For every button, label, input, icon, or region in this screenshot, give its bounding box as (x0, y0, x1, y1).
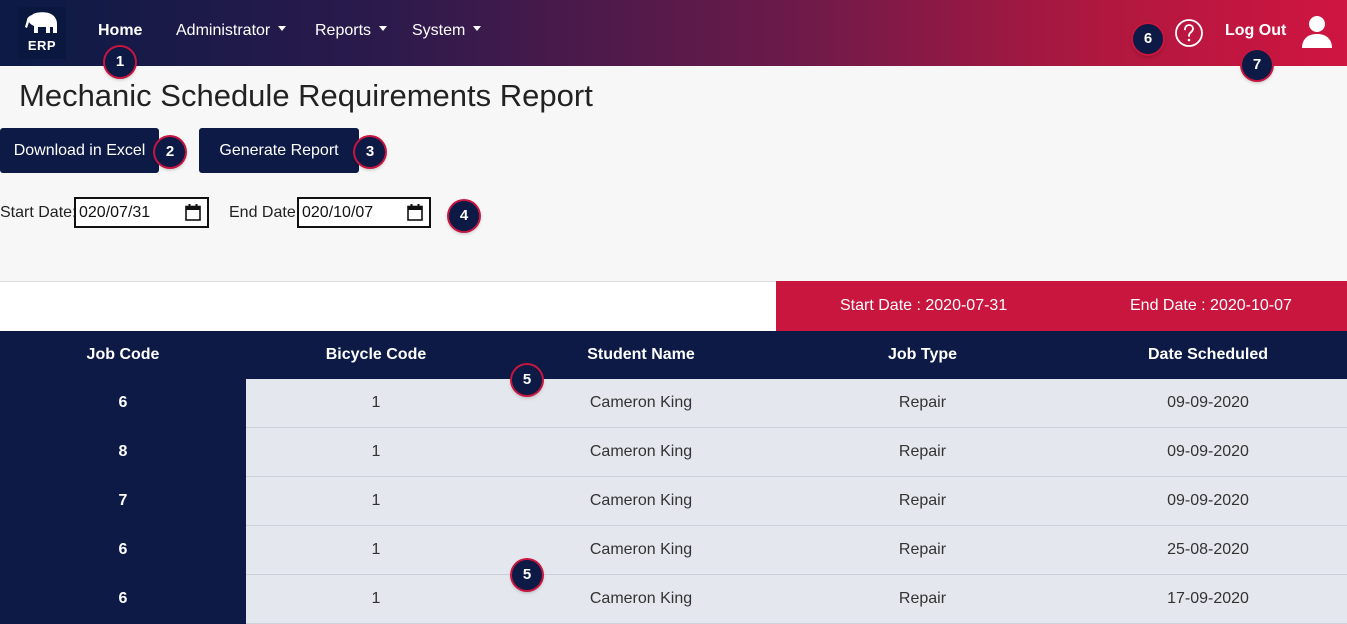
cell-job-type: Repair (776, 379, 1069, 428)
cell-job-code: 6 (0, 525, 246, 575)
cell-date-scheduled: 17-09-2020 (1069, 574, 1347, 624)
start-date-input[interactable]: 020/07/31 (74, 197, 209, 228)
header-bicycle-code: Bicycle Code (246, 331, 506, 379)
header-job-code: Job Code (0, 331, 246, 379)
table-row: 6 1 Cameron King Repair 25-08-2020 (0, 525, 1347, 575)
nav-reports[interactable]: Reports (315, 22, 388, 40)
logo-text: ERP (27, 38, 57, 53)
step-badge-5: 5 (512, 365, 542, 395)
calendar-icon[interactable] (407, 204, 423, 221)
nav-administrator-label: Administrator (176, 22, 271, 39)
start-date-label: Start Date: (0, 204, 77, 221)
help-circle-icon[interactable] (1174, 18, 1204, 48)
step-badge-4: 4 (449, 201, 479, 231)
cell-student-name: Cameron King (506, 427, 776, 477)
cell-job-type: Repair (776, 427, 1069, 477)
page-title: Mechanic Schedule Requirements Report (19, 78, 593, 113)
nav-administrator[interactable]: Administrator (176, 22, 287, 40)
range-end-text: End Date : 2020-10-07 (1130, 297, 1292, 314)
step-badge-2: 2 (155, 137, 185, 167)
start-date-value: 020/07/31 (79, 204, 151, 221)
header-job-type: Job Type (776, 331, 1069, 379)
step-badge-6: 6 (1133, 24, 1163, 54)
end-date-value: 020/10/07 (302, 204, 374, 221)
user-icon[interactable] (1301, 15, 1333, 49)
table-row: 7 1 Cameron King Repair 09-09-2020 (0, 476, 1347, 526)
report-table: Job Code Bicycle Code Student Name Job T… (0, 331, 1347, 624)
cell-bicycle-code: 1 (246, 525, 506, 575)
cell-job-type: Repair (776, 525, 1069, 575)
header-student-name: Student Name (506, 331, 776, 379)
cell-job-type: Repair (776, 476, 1069, 526)
cell-job-code: 6 (0, 574, 246, 624)
step-badge-7: 7 (1242, 50, 1272, 80)
nav-reports-label: Reports (315, 22, 372, 39)
elephant-icon (25, 12, 57, 33)
cell-job-code: 8 (0, 427, 246, 477)
table-row: 6 1 Cameron King Repair 09-09-2020 (0, 379, 1347, 428)
step-badge-1: 1 (105, 47, 135, 77)
erp-logo[interactable]: ERP (18, 7, 66, 59)
cell-student-name: Cameron King (506, 476, 776, 526)
cell-student-name: Cameron King (506, 379, 776, 428)
cell-date-scheduled: 09-09-2020 (1069, 379, 1347, 428)
end-date-label: End Date: (229, 204, 301, 221)
cell-student-name: Cameron King (506, 574, 776, 624)
cell-job-type: Repair (776, 574, 1069, 624)
end-date-input[interactable]: 020/10/07 (297, 197, 431, 228)
step-badge-3: 3 (355, 137, 385, 167)
chevron-down-icon (278, 26, 287, 32)
range-start-text: Start Date : 2020-07-31 (840, 297, 1008, 314)
cell-bicycle-code: 1 (246, 476, 506, 526)
calendar-icon[interactable] (185, 204, 201, 221)
header-date-scheduled: Date Scheduled (1069, 331, 1347, 379)
table-row: 8 1 Cameron King Repair 09-09-2020 (0, 427, 1347, 477)
cell-student-name: Cameron King (506, 525, 776, 575)
cell-bicycle-code: 1 (246, 379, 506, 428)
cell-date-scheduled: 09-09-2020 (1069, 427, 1347, 477)
date-range-banner: Start Date : 2020-07-31 End Date : 2020-… (776, 281, 1347, 331)
cell-job-code: 6 (0, 379, 246, 428)
nav-home[interactable]: Home (98, 22, 142, 40)
logout-link[interactable]: Log Out (1225, 22, 1286, 40)
chevron-down-icon (379, 26, 388, 32)
chevron-down-icon (473, 26, 482, 32)
cell-bicycle-code: 1 (246, 574, 506, 624)
cell-date-scheduled: 25-08-2020 (1069, 525, 1347, 575)
cell-job-code: 7 (0, 476, 246, 526)
nav-system-label: System (412, 22, 466, 39)
table-header-row: Job Code Bicycle Code Student Name Job T… (0, 331, 1347, 379)
step-badge-5: 5 (512, 560, 542, 590)
table-row: 6 1 Cameron King Repair 17-09-2020 (0, 574, 1347, 624)
nav-system[interactable]: System (412, 22, 482, 40)
cell-date-scheduled: 09-09-2020 (1069, 476, 1347, 526)
download-excel-button[interactable]: Download in Excel (0, 128, 159, 173)
cell-bicycle-code: 1 (246, 427, 506, 477)
generate-report-button[interactable]: Generate Report (199, 128, 359, 173)
